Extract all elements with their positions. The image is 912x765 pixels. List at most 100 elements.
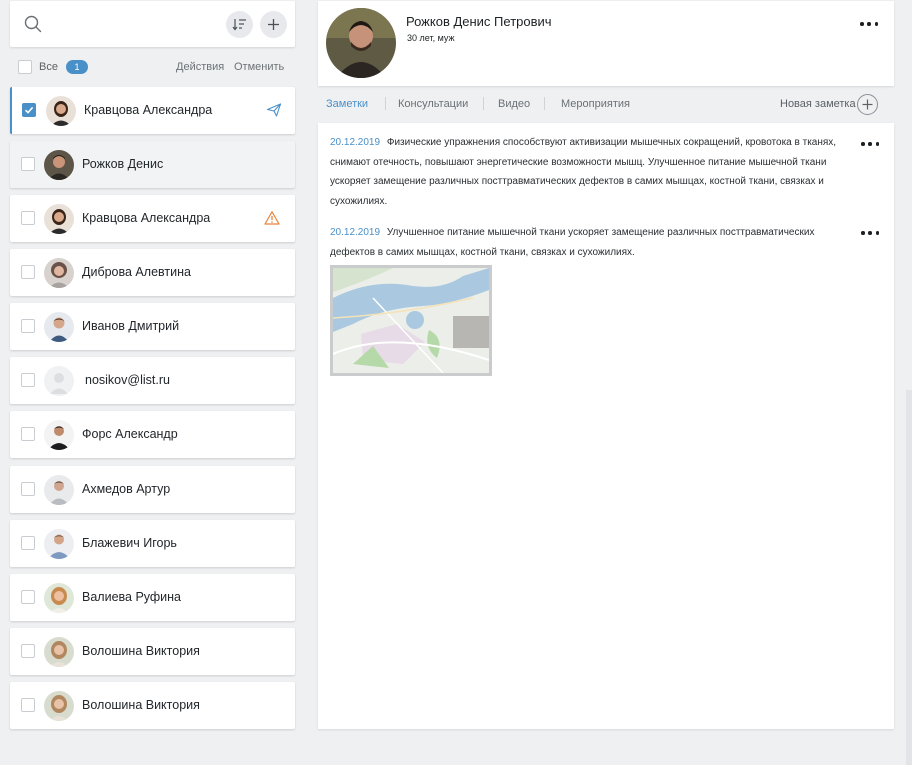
avatar — [44, 691, 74, 721]
tab-divider — [483, 97, 484, 110]
contact-name: Валиева Руфина — [82, 590, 182, 604]
note-date: 20.12.2019 — [330, 227, 381, 238]
contact-item[interactable]: Кравцова Александра — [10, 87, 295, 134]
more-dot — [867, 22, 871, 26]
profile-card: Рожков Денис Петрович 30 лет, муж — [318, 1, 894, 86]
note-text-line: снимают отечность, повышают энергетическ… — [330, 156, 827, 168]
avatar — [46, 96, 76, 126]
note-text-line: сухожилиях. — [330, 196, 388, 208]
contact-checkbox[interactable] — [21, 482, 35, 496]
note-text-line: ускоряет замещение различных посттравмат… — [330, 176, 824, 188]
contact-checkbox[interactable] — [21, 698, 35, 712]
profile-meta: 30 лет, муж — [407, 33, 455, 43]
avatar — [44, 529, 74, 559]
avatar-placeholder — [44, 366, 74, 396]
contact-checkbox[interactable] — [21, 590, 35, 604]
contact-item[interactable]: nosikov@list.ru — [10, 357, 295, 404]
contact-item[interactable]: Ахмедов Артур — [10, 466, 295, 513]
avatar — [44, 312, 74, 342]
warning-icon[interactable] — [264, 210, 280, 226]
contact-checkbox[interactable] — [21, 536, 35, 550]
contact-item[interactable]: Кравцова Александра — [10, 195, 295, 242]
contact-name: Кравцова Александра — [84, 103, 213, 117]
sort-button[interactable] — [226, 11, 253, 38]
select-all-checkbox[interactable] — [18, 60, 32, 74]
contact-item[interactable]: Валиева Руфина — [10, 574, 295, 621]
contact-checkbox[interactable] — [21, 644, 35, 658]
contact-item[interactable]: Рожков Денис — [10, 141, 295, 188]
contact-checkbox[interactable] — [21, 211, 35, 225]
profile-more-button[interactable] — [860, 19, 878, 29]
contact-name: Волошина Виктория — [82, 698, 200, 712]
contact-checkbox[interactable] — [21, 265, 35, 279]
contact-name: Волошина Виктория — [82, 644, 200, 658]
more-dot — [861, 142, 865, 146]
tab-video[interactable]: Видео — [498, 98, 530, 110]
contact-checkbox[interactable] — [21, 319, 35, 333]
search-bar[interactable] — [10, 1, 295, 47]
avatar — [44, 420, 74, 450]
note-text-line: Улучшенное питание мышечной ткани ускоря… — [386, 227, 815, 238]
actions-link[interactable]: Действия — [176, 61, 224, 73]
contact-name: Блажевич Игорь — [82, 536, 177, 550]
note: 20.12.2019 Улучшенное питание мышечной т… — [330, 223, 860, 262]
contact-checkbox[interactable] — [21, 373, 35, 387]
tab-events[interactable]: Мероприятия — [561, 98, 630, 110]
note-more-button[interactable] — [861, 139, 879, 149]
contact-item[interactable]: Диброва Алевтина — [10, 249, 295, 296]
contact-item[interactable]: Блажевич Игорь — [10, 520, 295, 567]
contact-checkbox[interactable] — [21, 157, 35, 171]
note-more-button[interactable] — [861, 228, 879, 238]
sort-icon — [232, 19, 246, 31]
contact-name: Форс Александр — [82, 427, 178, 441]
plus-icon — [268, 19, 279, 30]
avatar — [44, 150, 74, 180]
contact-name: nosikov@list.ru — [85, 373, 170, 387]
search-icon[interactable] — [22, 13, 44, 35]
new-note-button[interactable] — [857, 94, 878, 115]
more-dot — [875, 142, 879, 146]
contact-name: Рожков Денис — [82, 157, 164, 171]
selection-bar: Все 1 Действия Отменить — [10, 55, 295, 79]
contact-item[interactable]: Иванов Дмитрий — [10, 303, 295, 350]
tab-divider — [544, 97, 545, 110]
avatar — [44, 637, 74, 667]
avatar — [44, 204, 74, 234]
map-image[interactable] — [330, 265, 492, 376]
more-dot — [860, 22, 864, 26]
tab-bar: Заметки Консультации Видео Мероприятия Н… — [318, 94, 894, 115]
scroll-edge — [906, 390, 912, 765]
contact-name: Диброва Алевтина — [82, 265, 191, 279]
avatar — [44, 583, 74, 613]
more-dot — [868, 142, 872, 146]
tab-notes[interactable]: Заметки — [326, 98, 368, 110]
note-text-line: Физические упражнения способствуют актив… — [386, 137, 837, 148]
selected-count-badge: 1 — [66, 60, 88, 74]
more-dot — [868, 231, 872, 235]
avatar — [44, 475, 74, 505]
plus-icon — [862, 99, 873, 110]
contact-name: Иванов Дмитрий — [82, 319, 180, 333]
contact-checkbox[interactable] — [22, 103, 36, 117]
new-note-link[interactable]: Новая заметка — [780, 98, 856, 110]
contact-item[interactable]: Волошина Виктория — [10, 682, 295, 729]
notes-panel: 20.12.2019 Физические упражнения способс… — [318, 123, 894, 729]
contact-item[interactable]: Форс Александр — [10, 411, 295, 458]
select-all-label: Все — [39, 61, 58, 73]
avatar — [44, 258, 74, 288]
cancel-link[interactable]: Отменить — [234, 61, 284, 73]
note: 20.12.2019 Физические упражнения способс… — [330, 133, 860, 212]
contact-checkbox[interactable] — [21, 427, 35, 441]
more-dot — [874, 22, 878, 26]
tab-divider — [385, 97, 386, 110]
note-text-line: дефектов в самих мышцах, костной ткани, … — [330, 246, 635, 258]
note-date: 20.12.2019 — [330, 137, 381, 148]
add-contact-button[interactable] — [260, 11, 287, 38]
more-dot — [875, 231, 879, 235]
contact-item[interactable]: Волошина Виктория — [10, 628, 295, 675]
contact-name: Ахмедов Артур — [82, 482, 171, 496]
send-icon[interactable] — [266, 102, 282, 118]
tab-consultations[interactable]: Консультации — [398, 98, 468, 110]
contact-name: Кравцова Александра — [82, 211, 211, 225]
profile-avatar — [326, 8, 396, 78]
